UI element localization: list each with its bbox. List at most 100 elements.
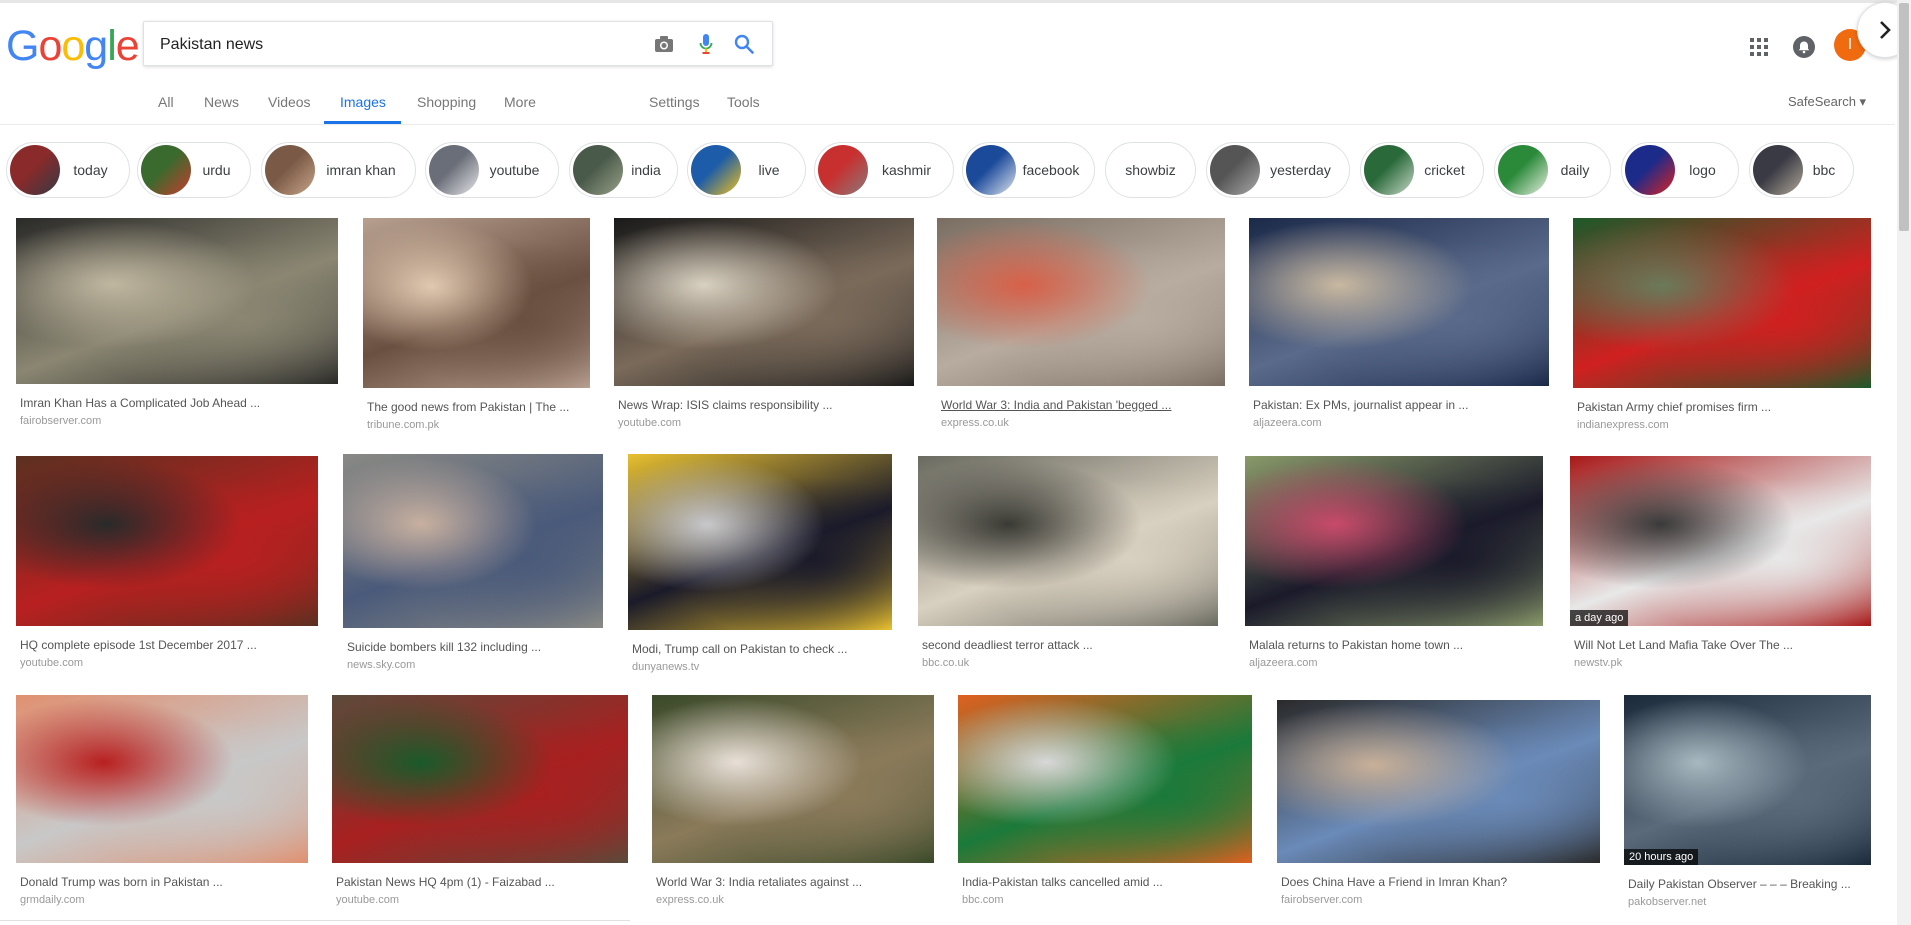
chip-imran-khan[interactable]: imran khan [261,142,416,198]
result-title[interactable]: Daily Pakistan Observer – – – Breaking .… [1628,877,1851,891]
result-thumbnail[interactable] [343,454,603,628]
search-box[interactable] [143,21,773,67]
result-source[interactable]: bbc.co.uk [922,657,969,669]
result-source[interactable]: youtube.com [20,657,83,669]
result-thumbnail[interactable] [1277,700,1600,863]
tab-more[interactable]: More [504,94,536,110]
search-input[interactable] [158,22,642,67]
logo-letter: l [107,22,117,70]
result-title[interactable]: India-Pakistan talks cancelled amid ... [962,875,1163,889]
result-thumbnail[interactable] [1245,456,1543,626]
result-title[interactable]: News Wrap: ISIS claims responsibility ..… [618,398,833,412]
chip-thumbnail [1753,145,1803,195]
result-title[interactable]: second deadliest terror attack ... [922,638,1093,652]
tab-videos[interactable]: Videos [268,94,311,110]
result-title[interactable]: Modi, Trump call on Pakistan to check ..… [632,642,847,656]
result-thumbnail[interactable] [918,456,1218,626]
chip-thumbnail [265,145,315,195]
scrollbar-thumb[interactable] [1899,3,1909,231]
chip-urdu[interactable]: urdu [137,142,251,198]
chip-thumbnail [1210,145,1260,195]
chip-cricket[interactable]: cricket [1360,142,1484,198]
result-source[interactable]: newstv.pk [1574,657,1622,669]
result-source[interactable]: indianexpress.com [1577,419,1669,431]
tab-settings[interactable]: Settings [649,94,700,110]
result-source[interactable]: aljazeera.com [1253,417,1321,429]
notifications-bell-icon[interactable] [1792,35,1816,59]
chip-daily[interactable]: daily [1494,142,1611,198]
tab-news[interactable]: News [204,94,239,110]
result-thumbnail[interactable] [16,695,308,863]
apps-grid-icon[interactable] [1748,36,1770,58]
chip-label: india [631,162,661,178]
result-thumbnail[interactable] [937,218,1225,386]
logo-letter: G [6,22,39,70]
result-title[interactable]: World War 3: India retaliates against ..… [656,875,862,889]
result-source[interactable]: fairobserver.com [1281,894,1362,906]
result-thumbnail[interactable] [1573,218,1871,388]
result-source[interactable]: dunyanews.tv [632,661,699,673]
chip-india[interactable]: india [569,142,678,198]
google-logo[interactable]: Google [6,22,140,71]
result-title[interactable]: Malala returns to Pakistan home town ... [1249,638,1463,652]
result-thumbnail[interactable]: 20 hours ago [1624,695,1871,865]
chip-showbiz[interactable]: showbiz [1105,142,1196,198]
result-source[interactable]: youtube.com [618,417,681,429]
tab-tools[interactable]: Tools [727,94,760,110]
result-title[interactable]: HQ complete episode 1st December 2017 ..… [20,638,257,652]
search-icon[interactable] [732,32,756,56]
result-thumbnail[interactable] [614,218,914,386]
related-searches-chips: today urdu imran khan youtube india live kashm… [0,140,1895,200]
result-title[interactable]: World War 3: India and Pakistan 'begged … [941,398,1171,412]
result-thumbnail[interactable] [332,695,628,863]
result-title[interactable]: Will Not Let Land Mafia Take Over The ..… [1574,638,1793,652]
chip-live[interactable]: live [687,142,806,198]
result-thumbnail[interactable] [628,454,892,630]
tab-all[interactable]: All [158,94,174,110]
camera-icon[interactable] [652,32,676,56]
result-title[interactable]: Suicide bombers kill 132 including ... [347,640,541,654]
result-title[interactable]: Donald Trump was born in Pakistan ... [20,875,223,889]
result-thumbnail[interactable] [16,456,318,626]
result-title[interactable]: Pakistan Army chief promises firm ... [1577,400,1771,414]
result-thumbnail[interactable] [958,695,1252,863]
result-thumbnail[interactable] [363,218,590,388]
header-divider [0,124,1895,125]
logo-letter: g [84,22,108,70]
chip-facebook[interactable]: facebook [962,142,1095,198]
result-thumbnail[interactable] [16,218,338,384]
result-source[interactable]: fairobserver.com [20,415,101,427]
chip-label: live [758,162,780,178]
chip-yesterday[interactable]: yesterday [1206,142,1350,198]
chip-kashmir[interactable]: kashmir [814,142,954,198]
result-thumbnail[interactable] [1249,218,1549,386]
chip-thumbnail [1364,145,1414,195]
tab-images[interactable]: Images [340,94,386,110]
result-source[interactable]: express.co.uk [656,894,724,906]
result-title[interactable]: Does China Have a Friend in Imran Khan? [1281,875,1507,889]
result-thumbnail[interactable]: a day ago [1570,456,1871,626]
logo-letter: e [115,22,140,70]
microphone-icon[interactable] [694,32,718,56]
result-source[interactable]: tribune.com.pk [367,419,439,431]
tab-shopping[interactable]: Shopping [417,94,476,110]
chip-today[interactable]: today [6,142,130,198]
result-source[interactable]: news.sky.com [347,659,415,671]
result-source[interactable]: bbc.com [962,894,1004,906]
chip-label: daily [1560,162,1590,178]
result-title[interactable]: Pakistan News HQ 4pm (1) - Faizabad ... [336,875,555,889]
result-source[interactable]: aljazeera.com [1249,657,1317,669]
result-title[interactable]: Imran Khan Has a Complicated Job Ahead .… [20,396,260,410]
chip-youtube[interactable]: youtube [425,142,559,198]
result-thumbnail[interactable] [652,695,934,863]
result-source[interactable]: youtube.com [336,894,399,906]
chip-bbc[interactable]: bbc [1749,142,1854,198]
chip-logo[interactable]: logo [1621,142,1739,198]
safesearch-dropdown[interactable]: SafeSearch ▾ [1788,94,1866,110]
result-title[interactable]: Pakistan: Ex PMs, journalist appear in .… [1253,398,1468,412]
result-source[interactable]: pakobserver.net [1628,896,1706,908]
chip-thumbnail [1625,145,1675,195]
result-title[interactable]: The good news from Pakistan | The ... [367,400,569,414]
result-source[interactable]: grmdaily.com [20,894,85,906]
result-source[interactable]: express.co.uk [941,417,1009,429]
